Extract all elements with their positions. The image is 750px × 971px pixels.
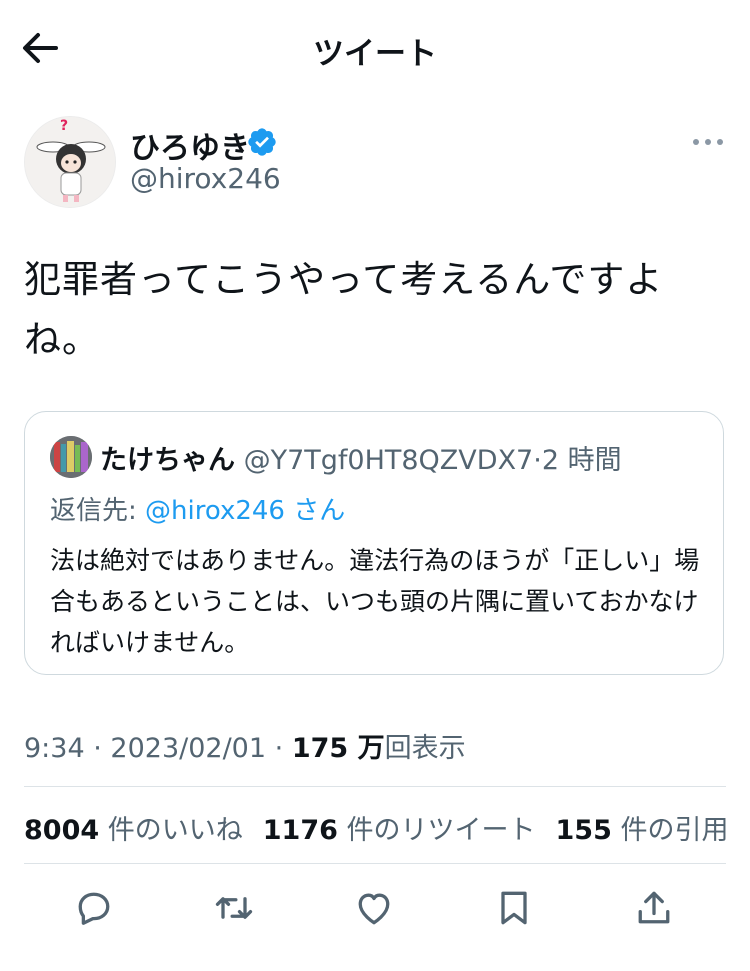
reply-prefix: 返信先:	[50, 496, 146, 526]
reply-suffix: さん	[284, 496, 346, 526]
quoted-author-name: たけちゃん	[100, 445, 235, 476]
likes-stat[interactable]: 8004 件のいいね	[24, 815, 243, 846]
reply-button[interactable]	[72, 886, 116, 930]
likes-label: 件のいいね	[99, 815, 243, 846]
tweet-time: 9:34	[24, 733, 85, 764]
reply-icon	[78, 892, 110, 925]
quoted-tweet-header: たけちゃん @Y7Tgf0HT8QZVDX7·2 時間	[100, 438, 622, 477]
engagement-stats: 8004 件のいいね 1176 件のリツイート 155 件の引用	[24, 808, 728, 847]
avatar-illustration	[25, 117, 115, 207]
retweet-icon	[215, 897, 253, 919]
author-name[interactable]: ひろゆき	[130, 123, 250, 167]
separator-dot: ·	[93, 733, 102, 764]
more-dots-icon	[693, 139, 723, 145]
separator-dot: ·	[533, 445, 542, 476]
more-options-button[interactable]	[690, 132, 726, 152]
views-count: 175 万	[291, 733, 385, 764]
verified-badge-icon	[246, 126, 278, 158]
page-title: ツイート	[313, 36, 437, 72]
like-button[interactable]	[352, 886, 396, 930]
retweets-count: 1176	[262, 815, 338, 846]
tweet-text: 犯罪者ってこうやって考えるんですよね。	[24, 258, 664, 361]
quoted-author-handle: @Y7Tgf0HT8QZVDX7	[243, 445, 534, 476]
quotes-label: 件の引用	[611, 815, 729, 846]
avatar-question-mark: ?	[60, 118, 69, 134]
quoted-tweet-time: 2 時間	[541, 445, 622, 476]
tweet-date: 2023/02/01	[110, 733, 267, 764]
quotes-stat[interactable]: 155 件の引用	[556, 815, 729, 846]
bookmark-button[interactable]	[492, 886, 536, 930]
author-handle[interactable]: @hirox246	[130, 162, 281, 195]
quoted-tweet-text: 法は絶対ではありません。違法行為のほうが「正しい」場合もあるということは、いつも…	[50, 546, 700, 657]
views-label: 回表示	[384, 733, 466, 764]
retweets-stat[interactable]: 1176 件のリツイート	[263, 815, 536, 846]
share-button[interactable]	[632, 886, 676, 930]
quoted-author-avatar	[50, 436, 92, 478]
separator-dot: ·	[274, 733, 284, 764]
retweets-label: 件のリツイート	[337, 815, 536, 846]
retweet-button[interactable]	[212, 886, 256, 930]
divider	[24, 863, 726, 864]
quotes-count: 155	[555, 815, 612, 846]
like-icon	[358, 893, 390, 925]
bookmark-icon	[501, 891, 527, 925]
reply-context: 返信先: @hirox246 さん	[50, 490, 345, 527]
likes-count: 8004	[24, 815, 100, 846]
share-icon	[638, 891, 670, 924]
tweet-timestamp: 9:34 · 2023/02/01 · 175 万回表示	[24, 726, 466, 765]
author-avatar[interactable]	[24, 116, 116, 208]
divider	[24, 786, 726, 787]
reply-to-link[interactable]: @hirox246	[145, 496, 285, 526]
